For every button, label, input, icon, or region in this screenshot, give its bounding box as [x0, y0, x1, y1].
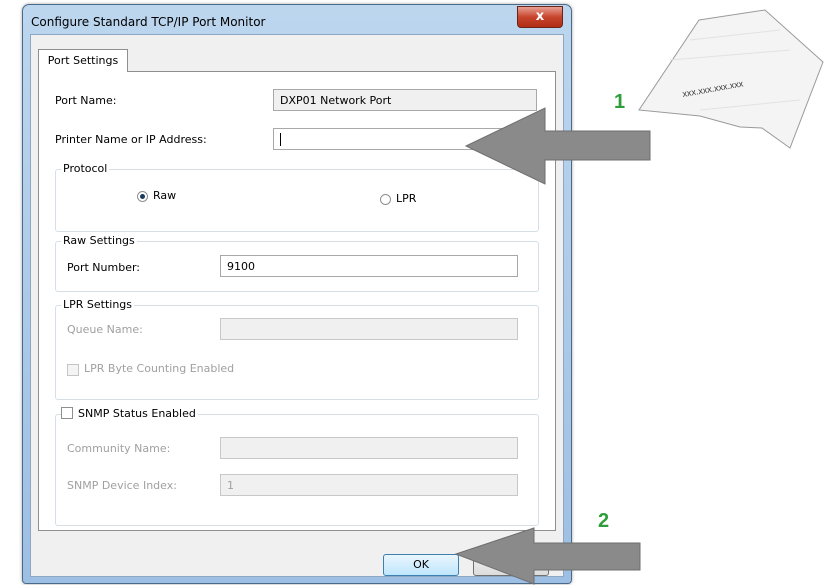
tab-port-settings[interactable]: Port Settings	[38, 49, 128, 72]
arrow-1	[464, 107, 651, 185]
annotation-overlay: xxx.xxx.xxx.xxx	[454, 9, 824, 585]
step-1-label: 1	[614, 91, 626, 113]
step-2-label: 2	[598, 510, 610, 532]
arrow-2	[454, 527, 641, 585]
address-card-shape	[638, 9, 824, 149]
